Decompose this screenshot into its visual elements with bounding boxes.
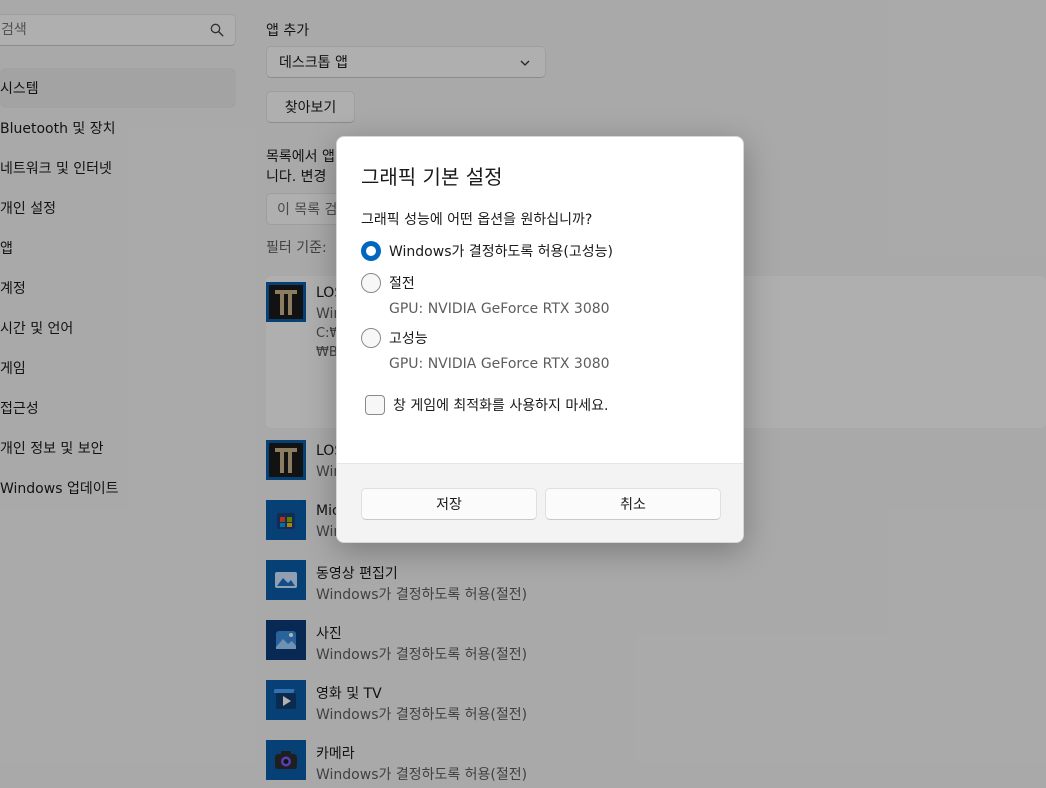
checkbox[interactable] [365,395,385,415]
cancel-button[interactable]: 취소 [545,488,721,520]
radio-label: 고성능 [389,331,428,347]
radio-button[interactable] [361,273,381,293]
windowed-optimization-option[interactable]: 창 게임에 최적화를 사용하지 마세요. [365,395,608,415]
radio-sub-gpu: GPU: NVIDIA GeForce RTX 3080 [389,356,610,372]
checkbox-label: 창 게임에 최적화를 사용하지 마세요. [393,398,609,414]
save-button[interactable]: 저장 [361,488,537,520]
dialog-question: 그래픽 성능에 어떤 옵션을 원하십니까? [361,212,593,228]
radio-option-power-saving[interactable]: 절전 [361,273,415,293]
radio-sub-gpu: GPU: NVIDIA GeForce RTX 3080 [389,301,610,317]
radio-label: Windows가 결정하도록 허용(고성능) [389,244,613,260]
radio-button[interactable] [361,241,381,261]
graphics-preference-dialog: 그래픽 기본 설정 그래픽 성능에 어떤 옵션을 원하십니까? Windows가… [336,136,744,543]
radio-label: 절전 [389,276,415,292]
radio-option-high-performance[interactable]: 고성능 [361,328,428,348]
dialog-footer: 저장 취소 [337,463,743,542]
radio-option-let-windows-decide[interactable]: Windows가 결정하도록 허용(고성능) [361,241,613,261]
dialog-title: 그래픽 기본 설정 [361,165,503,189]
radio-button[interactable] [361,328,381,348]
